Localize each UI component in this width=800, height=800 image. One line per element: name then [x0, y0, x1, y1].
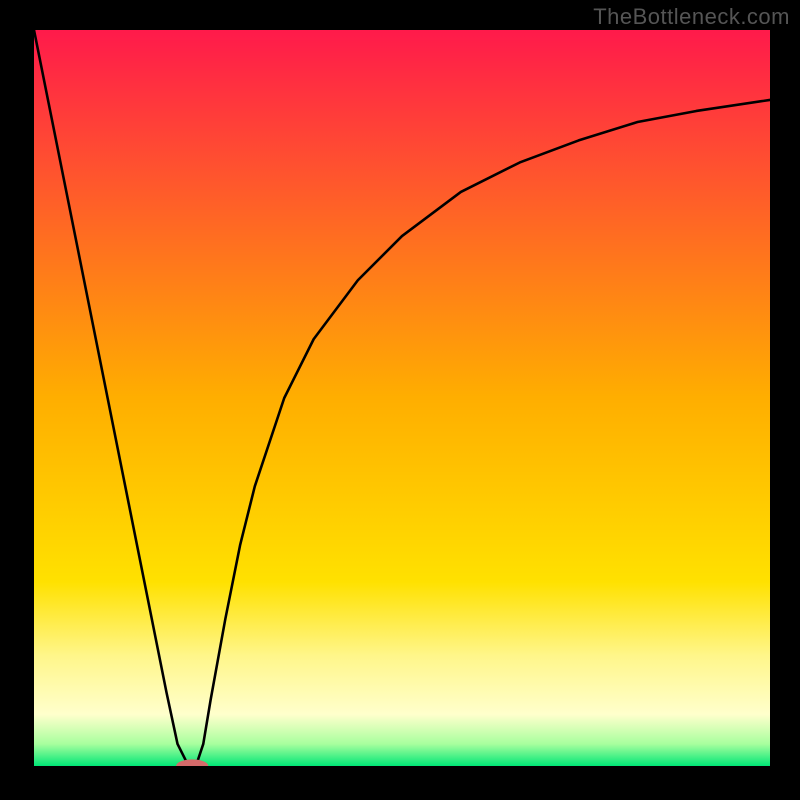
watermark-text: TheBottleneck.com: [593, 4, 790, 30]
gradient-background: [34, 30, 770, 766]
chart-frame: TheBottleneck.com: [0, 0, 800, 800]
plot-area: [34, 30, 770, 766]
bottleneck-chart: [34, 30, 770, 766]
